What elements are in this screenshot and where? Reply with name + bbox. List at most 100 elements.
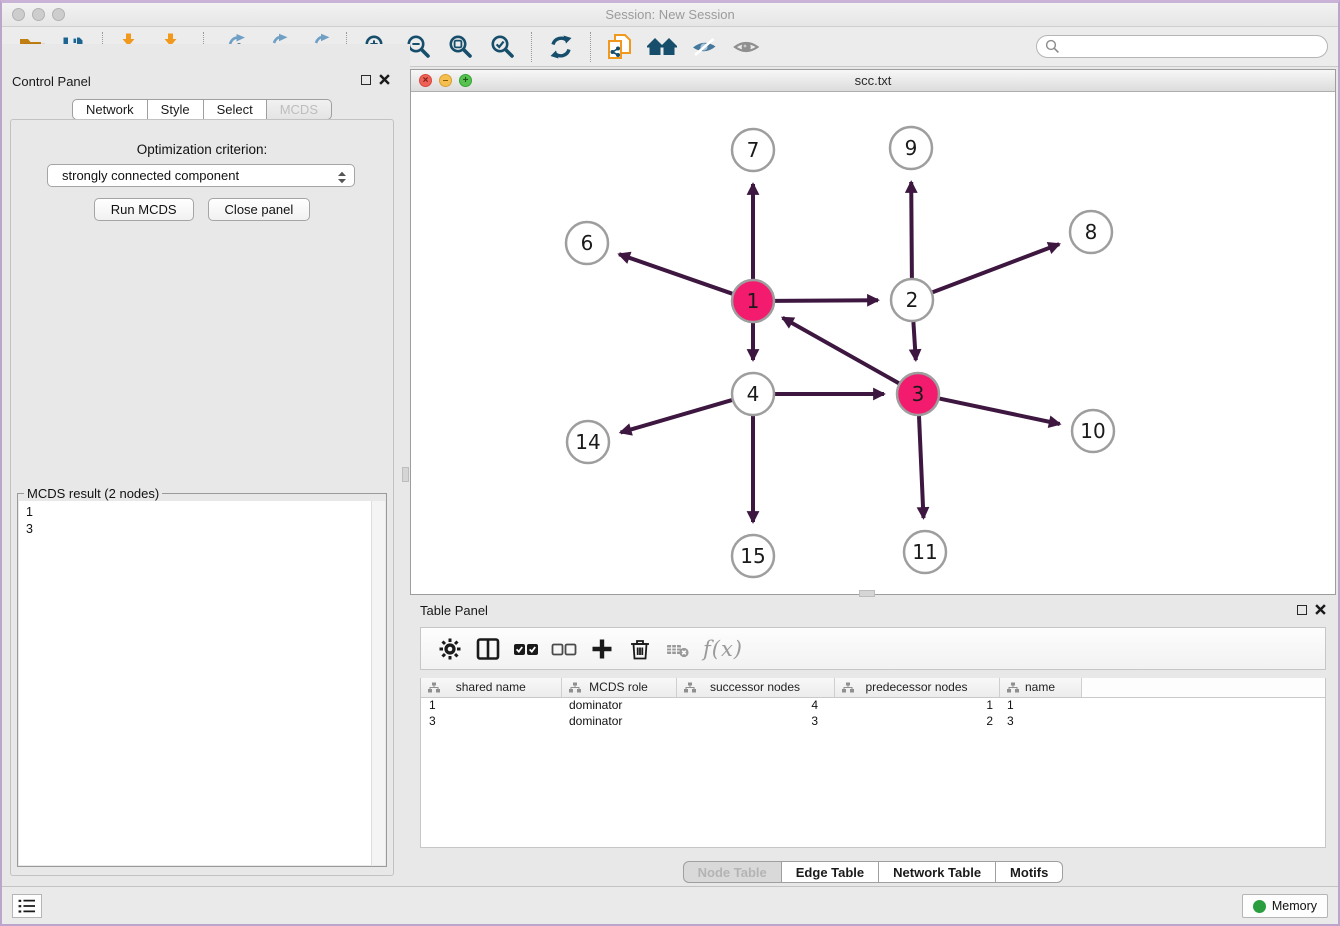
tab-edge-table[interactable]: Edge Table — [782, 861, 879, 883]
zoom-fit-icon[interactable] — [443, 30, 477, 64]
table-cell[interactable]: 1 — [999, 697, 1081, 713]
graph-edge-2-9[interactable] — [911, 182, 912, 278]
table-cell[interactable]: dominator — [561, 697, 676, 713]
table-cell[interactable]: dominator — [561, 713, 676, 729]
zoom-selected-icon[interactable] — [485, 30, 519, 64]
show-all-eye-icon[interactable] — [729, 30, 763, 64]
svg-text:15: 15 — [740, 544, 765, 568]
search-input[interactable] — [1036, 35, 1328, 58]
graph-node-3[interactable]: 3 — [897, 373, 939, 415]
tab-node-table[interactable]: Node Table — [683, 861, 782, 883]
graph-edge-1-2[interactable] — [775, 300, 878, 301]
column-header-successor-nodes[interactable]: successor nodes — [676, 678, 834, 697]
graph-edge-2-8[interactable] — [933, 244, 1060, 292]
graph-edge-2-3[interactable] — [913, 322, 915, 360]
table-cell[interactable]: 1 — [834, 697, 999, 713]
table-body: 1dominator4113dominator323 — [421, 697, 1325, 729]
graph-node-2[interactable]: 2 — [891, 279, 933, 321]
table-toolbar: f(x) — [420, 627, 1326, 670]
table-cell[interactable]: 3 — [676, 713, 834, 729]
graph-node-14[interactable]: 14 — [567, 421, 609, 463]
control-panel-title: Control Panel — [12, 74, 91, 89]
table-cell[interactable]: 1 — [421, 697, 561, 713]
svg-text:7: 7 — [747, 138, 760, 162]
close-panel-icon[interactable] — [379, 74, 390, 85]
svg-text:10: 10 — [1080, 419, 1105, 443]
deselect-all-icon[interactable] — [549, 634, 579, 664]
table-panel: Table Panel — [410, 599, 1336, 891]
column-header-filler — [1081, 678, 1325, 697]
graph-edge-3-11[interactable] — [919, 416, 924, 518]
optimization-criterion-select[interactable]: strongly connected component — [47, 164, 355, 187]
delete-table-icon[interactable] — [663, 634, 693, 664]
svg-text:14: 14 — [575, 430, 600, 454]
table-cell[interactable]: 3 — [421, 713, 561, 729]
float-table-panel-icon[interactable] — [1297, 605, 1307, 615]
add-column-icon[interactable] — [587, 634, 617, 664]
network-canvas[interactable]: 7 9 6 8 1 2 4 3 14 10 15 11 — [411, 92, 1335, 594]
graph-edge-4-14[interactable] — [621, 400, 732, 432]
hide-selected-eye-slash-icon[interactable] — [687, 30, 721, 64]
node-table: shared nameMCDS rolesuccessor nodesprede… — [420, 678, 1326, 848]
memory-button[interactable]: Memory — [1242, 894, 1328, 918]
graph-node-7[interactable]: 7 — [732, 129, 774, 171]
splitter-grip[interactable] — [402, 467, 409, 482]
graph-node-8[interactable]: 8 — [1070, 211, 1112, 253]
two-houses-icon[interactable] — [645, 30, 679, 64]
select-all-icon[interactable] — [511, 634, 541, 664]
tab-select[interactable]: Select — [204, 99, 267, 120]
tab-network[interactable]: Network — [72, 99, 148, 120]
tab-style[interactable]: Style — [148, 99, 204, 120]
table-row[interactable]: 3dominator323 — [421, 713, 1325, 729]
task-history-button[interactable] — [12, 894, 42, 918]
memory-label: Memory — [1272, 899, 1317, 913]
result-scrollbar[interactable] — [371, 501, 385, 865]
column-header-name[interactable]: name — [999, 678, 1081, 697]
network-window-titlebar[interactable]: × – + scc.txt — [411, 70, 1335, 92]
network-graph: 7 9 6 8 1 2 4 3 14 10 15 11 — [411, 92, 1335, 595]
close-panel-button[interactable]: Close panel — [208, 198, 311, 221]
window-title: Session: New Session — [2, 7, 1338, 22]
list-icon — [18, 898, 36, 914]
graph-node-9[interactable]: 9 — [890, 127, 932, 169]
mcds-result-line: 1 — [26, 504, 371, 521]
run-mcds-button[interactable]: Run MCDS — [94, 198, 194, 221]
apply-layout-icon[interactable] — [544, 30, 578, 64]
svg-text:2: 2 — [906, 288, 919, 312]
tab-mcds[interactable]: MCDS — [267, 99, 332, 120]
graph-node-15[interactable]: 15 — [732, 535, 774, 577]
settings-gear-icon[interactable] — [435, 634, 465, 664]
table-row[interactable]: 1dominator411 — [421, 697, 1325, 713]
svg-text:6: 6 — [581, 231, 594, 255]
table-cell[interactable]: 2 — [834, 713, 999, 729]
table-header-row: shared nameMCDS rolesuccessor nodesprede… — [421, 678, 1325, 697]
column-header-predecessor-nodes[interactable]: predecessor nodes — [834, 678, 999, 697]
svg-text:9: 9 — [905, 136, 918, 160]
graph-edge-1-6[interactable] — [619, 254, 732, 294]
graph-node-10[interactable]: 10 — [1072, 410, 1114, 452]
graph-node-1[interactable]: 1 — [732, 280, 774, 322]
graph-node-6[interactable]: 6 — [566, 222, 608, 264]
column-header-MCDS-role[interactable]: MCDS role — [561, 678, 676, 697]
graph-edge-3-10[interactable] — [940, 399, 1060, 424]
float-panel-icon[interactable] — [361, 75, 371, 85]
graph-node-11[interactable]: 11 — [904, 531, 946, 573]
tab-motifs[interactable]: Motifs — [996, 861, 1063, 883]
horizontal-splitter-grip[interactable] — [859, 590, 875, 597]
function-builder-icon[interactable]: f(x) — [701, 634, 745, 664]
mcds-result-list[interactable]: 13 — [19, 501, 371, 865]
graph-edge-3-1[interactable] — [783, 318, 899, 384]
table-cell[interactable]: 4 — [676, 697, 834, 713]
vertical-splitter[interactable] — [402, 44, 410, 886]
split-panel-icon[interactable] — [473, 634, 503, 664]
delete-column-icon[interactable] — [625, 634, 655, 664]
control-panel: Control Panel NetworkStyleSelectMCDS Opt… — [2, 44, 402, 886]
mcds-result-title: MCDS result (2 nodes) — [24, 486, 162, 501]
tab-network-table[interactable]: Network Table — [879, 861, 996, 883]
column-header-shared-name[interactable]: shared name — [421, 678, 561, 697]
close-table-panel-icon[interactable] — [1315, 604, 1326, 615]
new-network-from-selection-icon[interactable] — [603, 30, 637, 64]
table-cell[interactable]: 3 — [999, 713, 1081, 729]
graph-node-4[interactable]: 4 — [732, 373, 774, 415]
select-spinner-icon — [336, 169, 348, 190]
